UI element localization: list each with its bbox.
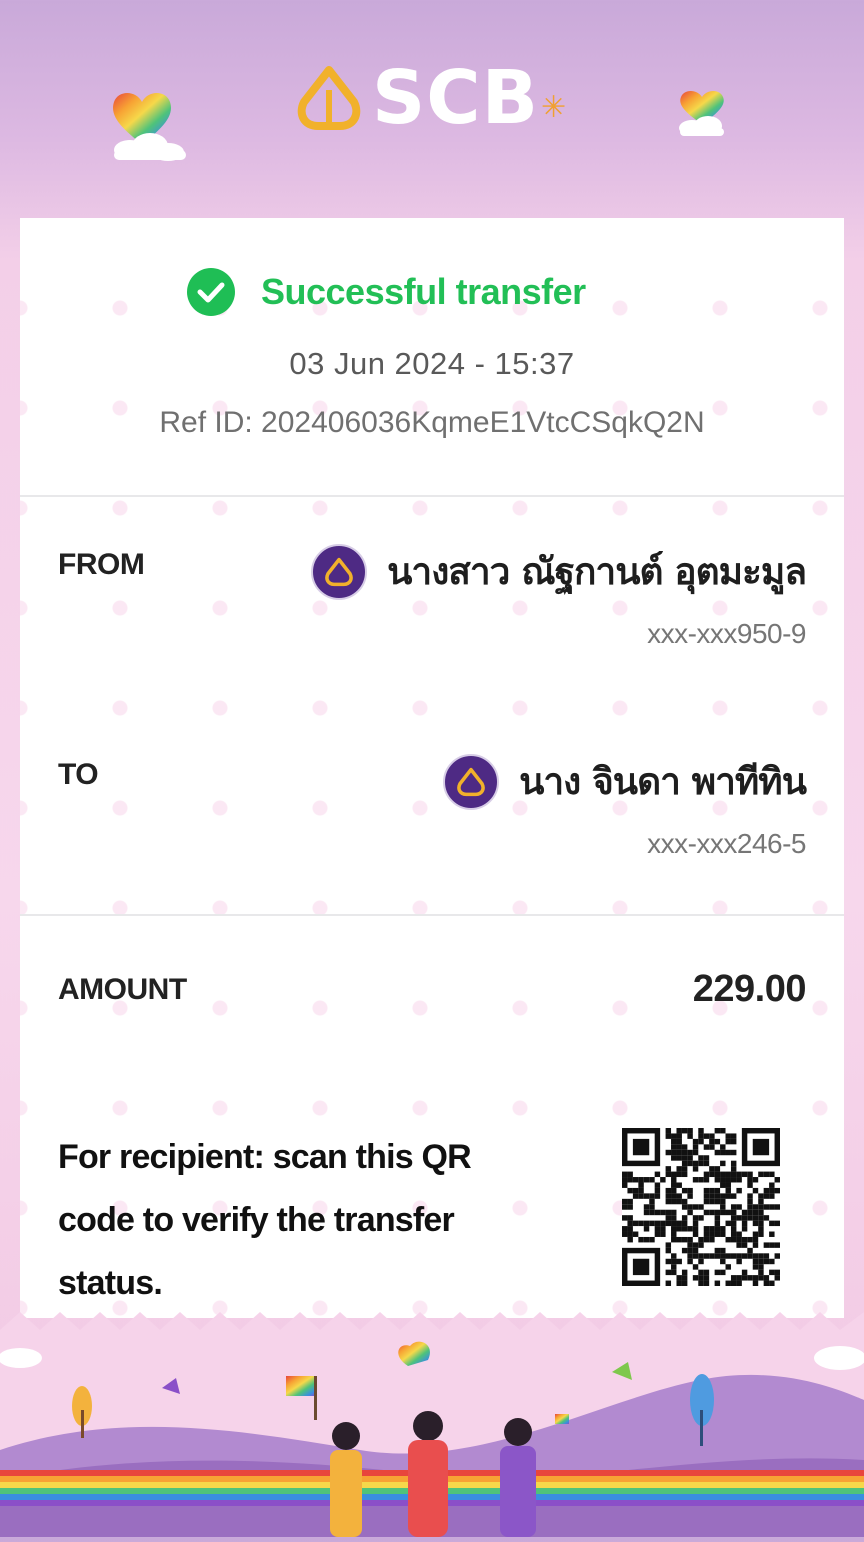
scb-wordmark: SCB — [372, 55, 540, 141]
from-label: FROM — [58, 548, 145, 581]
recipient-name: นาง จินดา พาทีทิน — [519, 760, 807, 803]
divider — [20, 495, 844, 497]
check-circle-icon — [187, 268, 235, 316]
from-party: นางสาว ณัฐกานต์ อุตมะมูล — [311, 542, 807, 601]
status-text: Successful transfer — [261, 271, 586, 312]
qr-instructions: For recipient: scan this QR code to veri… — [58, 1138, 472, 1302]
sparkle-icon: ✳ — [541, 90, 567, 124]
rainbow-heart-small-icon — [676, 88, 730, 143]
transfer-slip-card: Successful transfer 03 Jun 2024 - 15:37 … — [20, 218, 844, 1318]
verification-qr-code[interactable] — [622, 1128, 780, 1286]
scb-bell-icon — [297, 66, 361, 130]
scb-bank-icon — [311, 543, 368, 600]
amount-label: AMOUNT — [58, 973, 187, 1006]
scb-bank-icon — [443, 753, 500, 810]
to-label: TO — [58, 758, 99, 791]
scb-logo: SCB ✳ — [296, 55, 567, 141]
sender-name: นางสาว ณัฐกานต์ อุตมะมูล — [387, 550, 807, 593]
pride-footer-illustration — [0, 1300, 864, 1537]
reference-id: Ref ID: 202406036KqmeE1VtcCSqkQ2N — [159, 406, 705, 439]
header: SCB ✳ — [0, 0, 864, 218]
rainbow-heart-cloud-icon — [108, 86, 188, 169]
sender-account: xxx-xxx950-9 — [647, 618, 806, 649]
status-row: Successful transfer — [187, 268, 586, 316]
recipient-account: xxx-xxx246-5 — [647, 828, 806, 859]
to-party: นาง จินดา พาทีทิน — [443, 752, 807, 811]
amount-value: 229.00 — [692, 968, 807, 1010]
divider — [20, 914, 844, 916]
transfer-datetime: 03 Jun 2024 - 15:37 — [289, 346, 575, 381]
